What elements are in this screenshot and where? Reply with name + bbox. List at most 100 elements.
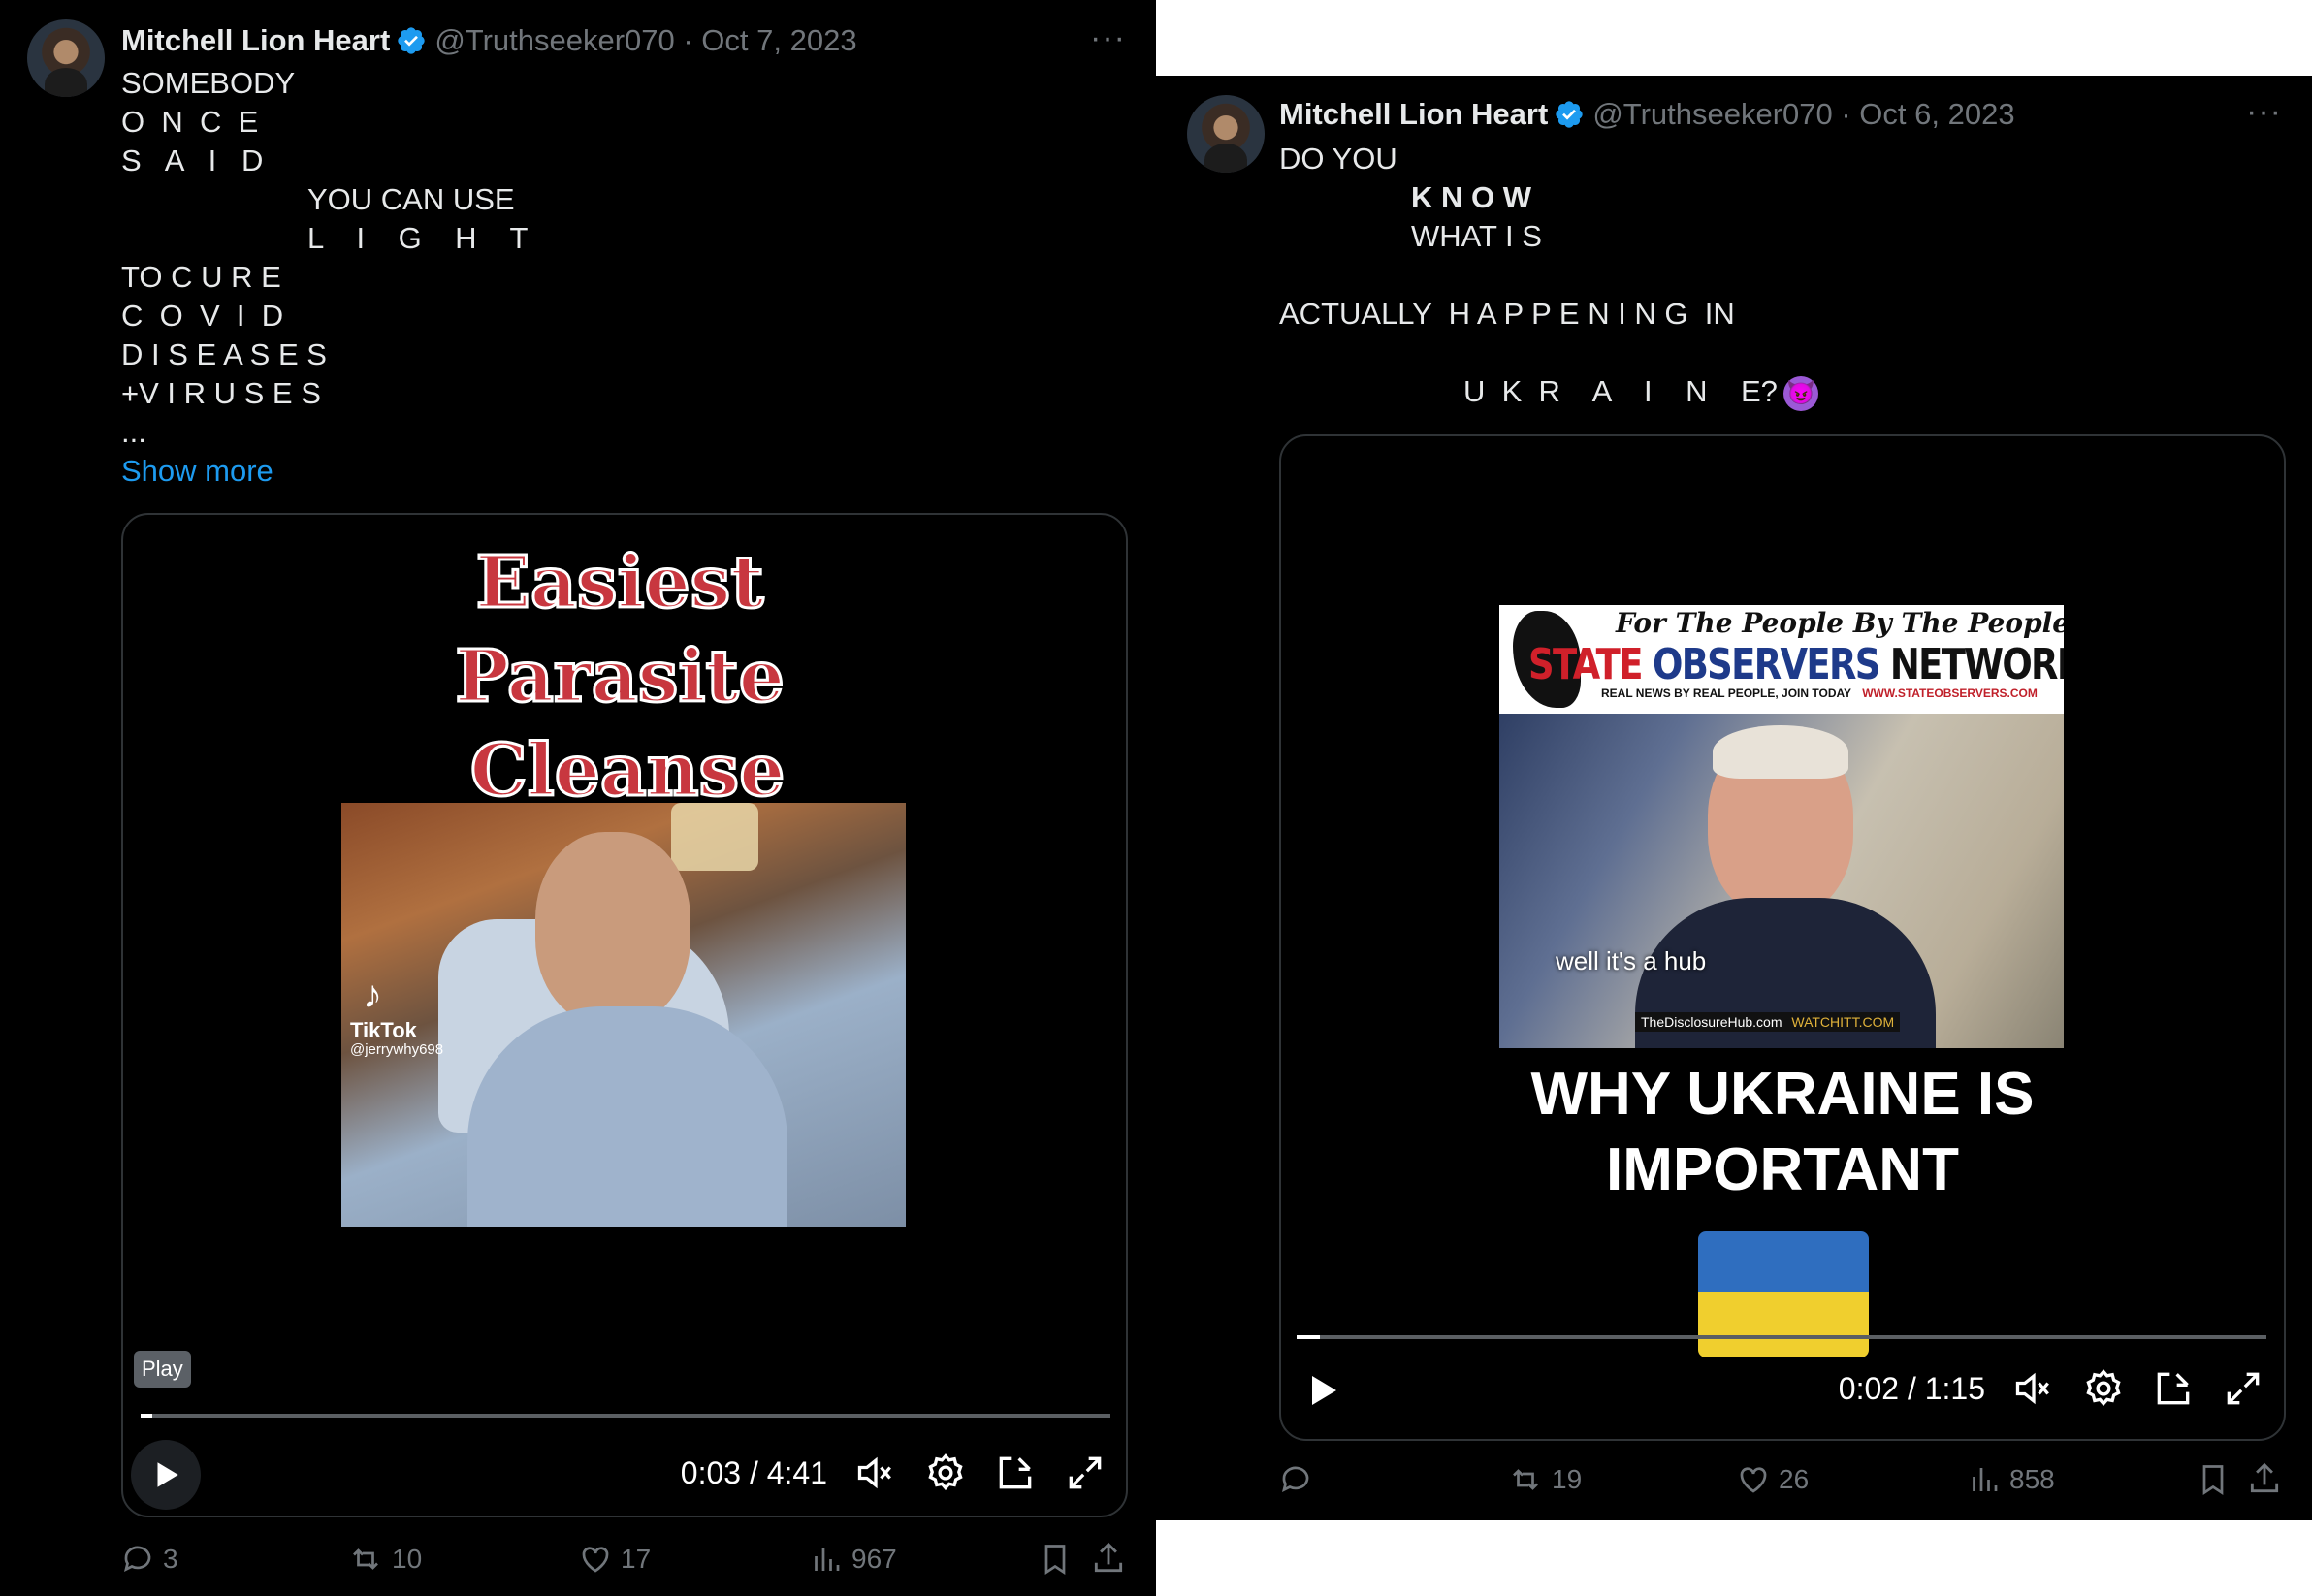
video-title-line: Easiest (475, 541, 763, 624)
tweet-text-line: WHAT I S (1411, 219, 1542, 253)
repost-count: 19 (1552, 1464, 1583, 1494)
share-icon[interactable] (1090, 1540, 1127, 1577)
tweet-text-line: +V I R U S E S (121, 376, 321, 410)
repost-icon (353, 1548, 378, 1570)
left-tweet-panel: Mitchell Lion Heart @Truthseeker070 · Oc… (0, 0, 1156, 1596)
source-tag: TheDisclosureHub.com WATCHITT.COM (1635, 1012, 1901, 1032)
devil-emoji-icon: 😈 (1782, 375, 1818, 411)
video-time: 0:03 / 4:41 (680, 1454, 827, 1490)
video-thumbnail: ♪ TikTok @jerrywhy698 (341, 803, 906, 1227)
banner-main-blue: OBSERVERS (1652, 640, 1880, 689)
tweet-text-line: DO YOU (1279, 142, 1397, 176)
repost-button[interactable]: 19 (1507, 1462, 1582, 1497)
banner-sub-left: REAL NEWS BY REAL PEOPLE, JOIN TODAY (1601, 686, 1851, 700)
verified-badge-icon (1556, 101, 1583, 128)
views-button[interactable]: 858 (1967, 1462, 2055, 1497)
show-more-link[interactable]: Show more (121, 454, 273, 489)
reply-icon (123, 1546, 151, 1573)
tweet-text-line: O N C E (121, 105, 259, 139)
video-headline-line: IMPORTANT (1606, 1136, 1959, 1203)
views-icon (815, 1548, 840, 1571)
author-name[interactable]: Mitchell Lion Heart (121, 23, 390, 58)
video-title-line: Cleanse (470, 729, 786, 813)
mute-icon[interactable] (2012, 1367, 2055, 1410)
picture-in-picture-icon[interactable] (994, 1452, 1037, 1494)
avatar[interactable] (27, 19, 105, 97)
video-card[interactable]: For The People By The People STATE OBSER… (1279, 434, 2286, 1441)
video-title-overlay: Easiest Parasite Cleanse (454, 540, 787, 814)
heart-icon (1740, 1467, 1767, 1493)
heart-icon (582, 1547, 609, 1573)
share-icon[interactable] (2246, 1460, 2283, 1497)
views-icon (1973, 1468, 1998, 1491)
picture-in-picture-icon[interactable] (2152, 1367, 2195, 1410)
fullscreen-icon[interactable] (2222, 1367, 2264, 1410)
banner-sub: REAL NEWS BY REAL PEOPLE, JOIN TODAY WWW… (1601, 686, 2038, 700)
mute-icon[interactable] (854, 1452, 897, 1494)
tweet-text-line: TO C U R E (121, 260, 281, 294)
handle-and-date[interactable]: @Truthseeker070 · Oct 6, 2023 (1592, 97, 2014, 132)
views-count: 967 (851, 1544, 897, 1574)
like-button[interactable]: 17 (578, 1542, 651, 1577)
banner-main-red: STATE (1528, 640, 1643, 689)
reply-button[interactable] (1278, 1462, 1321, 1497)
tweet-text-line: ... (121, 415, 146, 449)
video-progress-bar[interactable] (1297, 1335, 2266, 1339)
tweet-header: Mitchell Lion Heart @Truthseeker070 · Oc… (121, 23, 857, 58)
banner-main-black: NETWORK (1889, 640, 2064, 689)
like-button[interactable]: 26 (1736, 1462, 1809, 1497)
video-headline: WHY UKRAINE IS IMPORTANT (1281, 1057, 2284, 1208)
right-tweet-panel: Mitchell Lion Heart @Truthseeker070 · Oc… (1156, 76, 2312, 1520)
banner-top: For The People By The People (1616, 607, 2064, 639)
tweet-text-line: SOMEBODY (121, 66, 296, 100)
video-card[interactable]: Easiest Parasite Cleanse ♪ TikTok @jerry… (121, 513, 1128, 1517)
reply-count: 3 (163, 1544, 178, 1574)
person-shirt (467, 1006, 787, 1227)
avatar[interactable] (1187, 95, 1265, 173)
tweet-header: Mitchell Lion Heart @Truthseeker070 · Oc… (1279, 97, 2015, 132)
video-progress-fill (141, 1414, 152, 1418)
news-banner: For The People By The People STATE OBSER… (1499, 605, 2064, 714)
views-button[interactable]: 967 (809, 1542, 897, 1577)
play-icon (157, 1462, 178, 1487)
bookmark-icon[interactable] (1038, 1542, 1073, 1577)
lamp-shade (671, 803, 758, 871)
repost-count: 10 (392, 1544, 423, 1574)
author-name[interactable]: Mitchell Lion Heart (1279, 97, 1548, 132)
tweet-text-line: YOU CAN USE (307, 182, 515, 216)
tweet-text-line: D I S E A S E S (121, 337, 327, 371)
video-controls-right: 0:03 / 4:41 (681, 1452, 1107, 1494)
banner-main: STATE OBSERVERS NETWORK (1528, 640, 2064, 689)
tweet-text-line: L I G H T (307, 221, 529, 255)
repost-button[interactable]: 10 (347, 1542, 422, 1577)
handle-and-date[interactable]: @Truthseeker070 · Oct 7, 2023 (434, 23, 856, 58)
tweet-text-line: ACTUALLY H A P P E N I N G IN (1279, 297, 1735, 331)
tweet-text-line: K N O W (1411, 180, 1531, 214)
more-options-icon[interactable]: ··· (1090, 19, 1126, 57)
play-button[interactable] (1302, 1371, 1341, 1410)
like-count: 17 (621, 1544, 652, 1574)
settings-icon[interactable] (924, 1452, 967, 1494)
tiktok-brand: TikTok (350, 1018, 417, 1042)
person-head (535, 832, 690, 1026)
fullscreen-icon[interactable] (1064, 1452, 1107, 1494)
play-button[interactable] (131, 1440, 201, 1510)
video-controls-right: 0:02 / 1:15 (1839, 1367, 2264, 1410)
views-count: 858 (2009, 1464, 2055, 1494)
video-headline-line: WHY UKRAINE IS (1530, 1061, 2035, 1128)
tiktok-icon: ♪ (363, 974, 382, 1016)
video-title-line: Parasite (455, 635, 785, 718)
source-tag-left: TheDisclosureHub.com (1641, 1014, 1782, 1030)
bookmark-icon[interactable] (2196, 1462, 2231, 1497)
source-tag-right: WATCHITT.COM (1791, 1014, 1895, 1030)
video-progress-bar[interactable] (141, 1414, 1110, 1418)
tweet-text-line: S A I D (121, 144, 264, 177)
verified-badge-icon (398, 27, 425, 54)
person-hair (1713, 725, 1848, 779)
settings-icon[interactable] (2082, 1367, 2125, 1410)
tiktok-user: @jerrywhy698 (350, 1041, 444, 1058)
reply-button[interactable]: 3 (120, 1542, 178, 1577)
subtitle: well it's a hub (1556, 946, 1707, 975)
more-options-icon[interactable]: ··· (2246, 93, 2282, 131)
video-thumbnail: well it's a hub TheDisclosureHub.com WAT… (1499, 714, 2064, 1048)
